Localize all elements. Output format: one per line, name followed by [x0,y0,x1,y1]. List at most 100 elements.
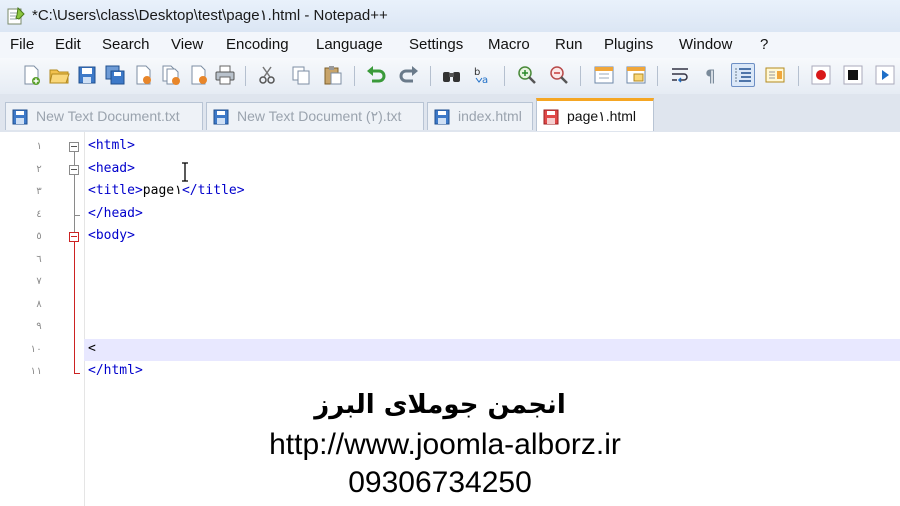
toolbar-separator [354,66,355,86]
line-number: ٢ [35,164,42,175]
menu-macro[interactable]: Macro [488,36,530,53]
toolbar-separator [430,66,431,86]
line-number: ٨ [35,299,42,310]
tab-index-html[interactable]: index.html [427,102,533,130]
play-macro-icon[interactable] [874,64,896,86]
menu-help[interactable]: ? [760,36,768,53]
tab-label: index.html [458,108,522,124]
html-tag: <head> [88,161,135,176]
sync-vertical-icon[interactable] [593,64,615,86]
close-all-but-current-icon[interactable] [188,64,210,86]
cut-icon[interactable] [256,64,278,86]
menu-language[interactable]: Language [316,36,383,53]
current-line-highlight [84,339,900,361]
code-line: <title>page١</title> [88,183,245,198]
fold-end [74,373,80,374]
menu-plugins[interactable]: Plugins [604,36,653,53]
stop-macro-icon[interactable] [842,64,864,86]
menu-view[interactable]: View [171,36,203,53]
code-line: </html> [88,363,143,378]
undo-icon[interactable] [365,64,387,86]
tab-new-text-document[interactable]: New Text Document.txt [5,102,203,130]
watermark-url: http://www.joomla-alborz.ir [269,428,621,461]
tab-new-text-document-2[interactable]: New Text Document (٢).txt [206,102,424,130]
mouse-ibeam-cursor-icon [182,162,188,182]
redo-icon[interactable] [398,64,420,86]
save-all-icon[interactable] [104,64,126,86]
close-all-icon[interactable] [160,64,182,86]
document-map-icon[interactable] [764,64,786,86]
menu-run[interactable]: Run [555,36,583,53]
line-number: ١٠ [29,344,42,355]
line-number: ٩ [35,321,42,332]
menu-window[interactable]: Window [679,36,732,53]
unsaved-file-icon [543,109,559,125]
window-title: *C:\Users\class\Desktop\test\page١.html … [32,7,388,24]
svg-text:a: a [482,75,488,86]
fold-toggle-html[interactable] [69,142,79,152]
menu-bar: File Edit Search View Encoding Language … [0,32,900,58]
line-number: ١ [35,141,42,152]
toolbar-separator [504,66,505,86]
html-tag: <body> [88,228,135,243]
print-icon[interactable] [214,64,236,86]
menu-encoding[interactable]: Encoding [226,36,289,53]
line-number: ٧ [35,276,42,287]
save-icon[interactable] [76,64,98,86]
html-tag: </title> [181,183,245,198]
line-number: ٤ [35,209,42,220]
find-icon[interactable] [441,64,463,86]
code-text: page١ [142,183,182,198]
watermark-name: انجمن جوملای البرز [314,390,566,420]
html-tag: <html> [88,138,135,153]
open-file-icon[interactable] [48,64,70,86]
code-line: <head> [88,161,135,176]
tab-label: New Text Document (٢).txt [237,108,402,124]
toolbar: ba ¶ [0,58,900,95]
fold-line [74,242,75,373]
line-number: ٦ [35,254,42,265]
toolbar-separator [798,66,799,86]
menu-search[interactable]: Search [102,36,150,53]
saved-file-icon [213,109,229,125]
show-all-characters-icon[interactable]: ¶ [700,64,722,86]
toolbar-separator [580,66,581,86]
sync-horizontal-icon[interactable] [625,64,647,86]
menu-file[interactable]: File [10,36,34,53]
fold-toggle-body[interactable] [69,232,79,242]
record-macro-icon[interactable] [810,64,832,86]
svg-text:b: b [474,67,480,78]
title-bar: *C:\Users\class\Desktop\test\page١.html … [0,0,900,33]
close-icon[interactable] [132,64,154,86]
indent-guide-icon[interactable] [731,63,755,87]
toolbar-separator [245,66,246,86]
code-text: < [88,341,96,356]
html-tag: </head> [88,206,143,221]
html-tag: <title> [88,183,143,198]
code-line: <body> [88,228,135,243]
fold-toggle-head[interactable] [69,165,79,175]
new-file-icon[interactable] [20,64,42,86]
saved-file-icon [12,109,28,125]
code-line: </head> [88,206,143,221]
menu-edit[interactable]: Edit [55,36,81,53]
line-number-gutter: ١ ٢ ٣ ٤ ٥ ٦ ٧ ٨ ٩ ١٠ ١١ [0,132,65,506]
line-number: ١١ [29,366,42,377]
copy-icon[interactable] [290,64,312,86]
replace-icon[interactable]: ba [472,64,494,86]
word-wrap-icon[interactable] [669,64,691,86]
zoom-in-icon[interactable] [516,64,538,86]
tab-label: New Text Document.txt [36,108,180,124]
watermark-phone: 09306734250 [348,466,532,499]
menu-settings[interactable]: Settings [409,36,463,53]
line-number: ٥ [35,231,42,242]
saved-file-icon [434,109,450,125]
code-line: <html> [88,138,135,153]
tab-label: page١.html [567,108,637,124]
paste-icon[interactable] [322,64,344,86]
tab-page1-html[interactable]: page١.html [536,98,654,131]
fold-end [74,215,80,216]
tab-bar: New Text Document.txt New Text Document … [0,94,900,133]
notepad-plus-plus-icon [7,6,25,25]
zoom-out-icon[interactable] [548,64,570,86]
